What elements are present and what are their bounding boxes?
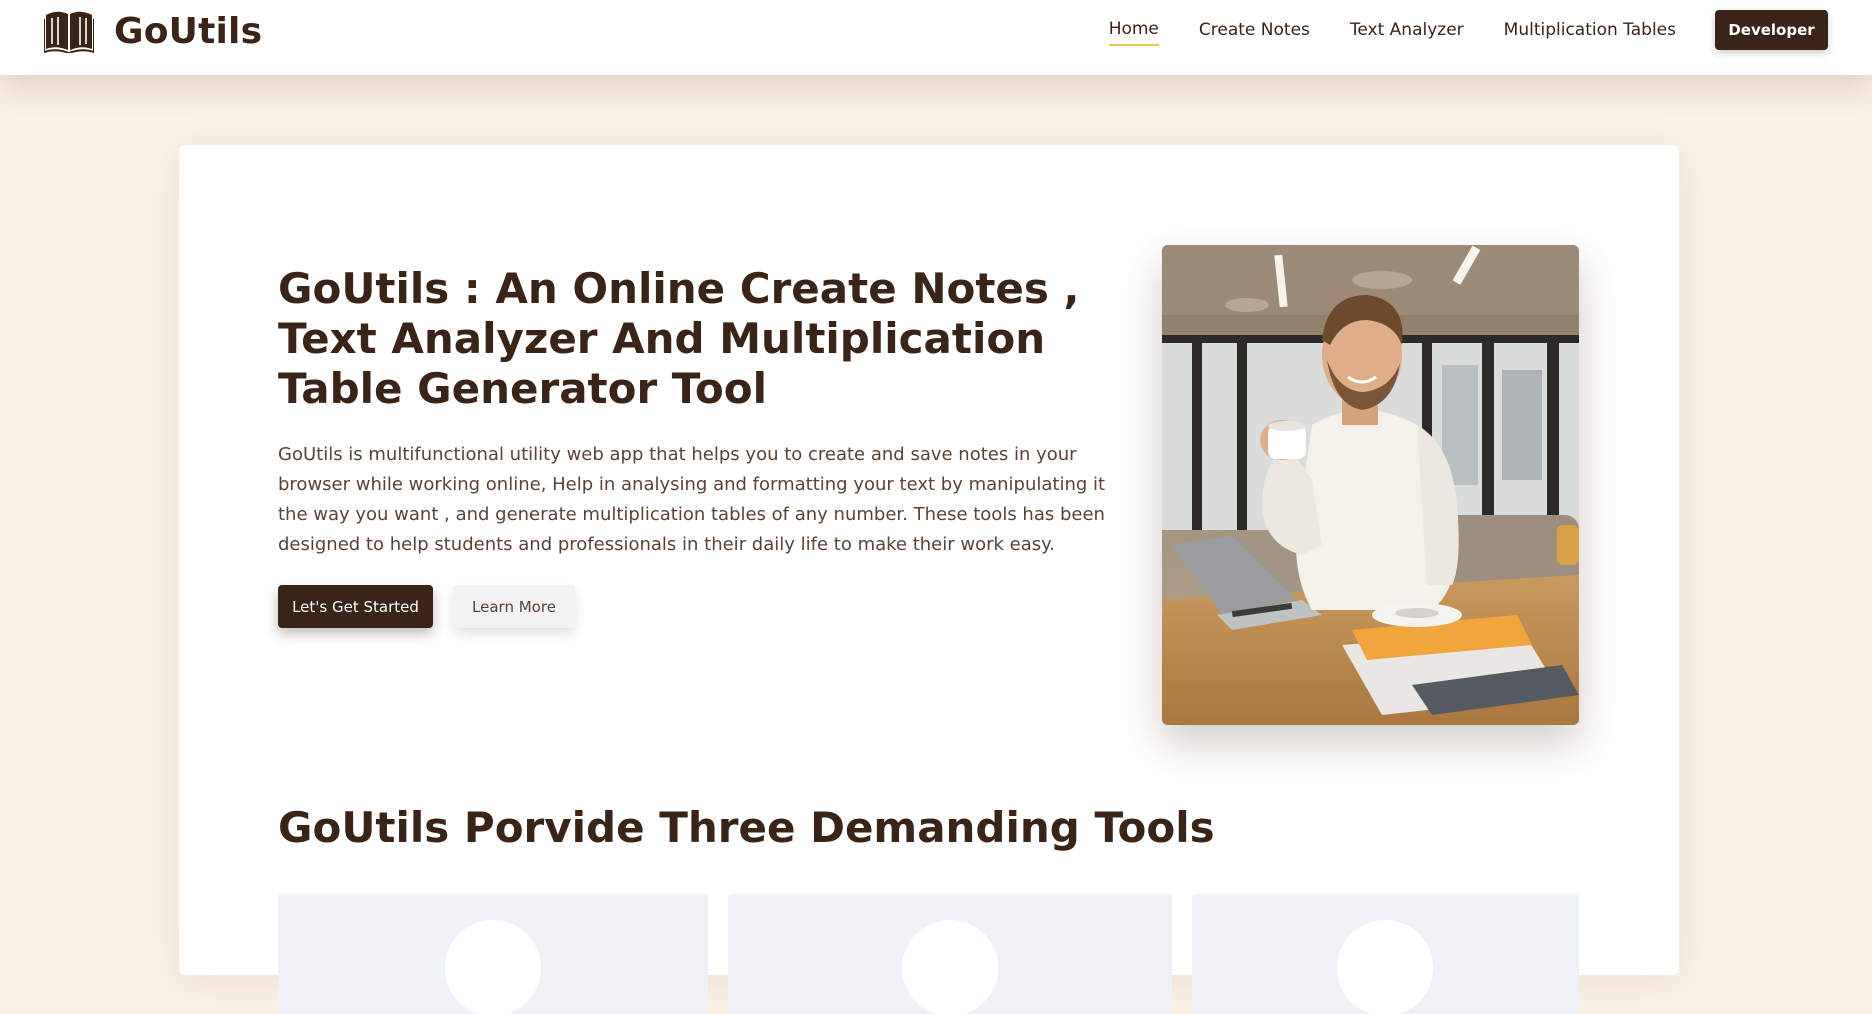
brand-name: GoUtils	[114, 10, 263, 52]
nav-link-home[interactable]: Home	[1108, 19, 1159, 46]
main-nav: Home Create Notes Text Analyzer Multipli…	[1069, 19, 1676, 46]
open-book-icon	[44, 11, 94, 53]
hero-title: GoUtils : An Online Create Notes , Text …	[278, 264, 1080, 413]
nav-link-text-analyzer[interactable]: Text Analyzer	[1350, 20, 1464, 45]
tools-section-title: GoUtils Porvide Three Demanding Tools	[278, 803, 1215, 852]
tool-icon-placeholder	[1337, 920, 1433, 1014]
hero-card: GoUtils : An Online Create Notes , Text …	[179, 145, 1679, 1014]
nav-link-create-notes[interactable]: Create Notes	[1199, 20, 1310, 45]
nav-link-multiplication-tables[interactable]: Multiplication Tables	[1504, 20, 1676, 45]
tool-card-text-analyzer[interactable]	[728, 894, 1172, 1014]
tool-icon-placeholder	[902, 920, 998, 1014]
learn-more-button[interactable]: Learn More	[453, 585, 575, 628]
brand-logo[interactable]: GoUtils	[44, 8, 262, 54]
developer-button[interactable]: Developer	[1715, 10, 1828, 50]
hero-description: GoUtils is multifunctional utility web a…	[278, 444, 1106, 555]
tool-card-create-notes[interactable]	[278, 894, 708, 1014]
navbar: GoUtils Home Create Notes Text Analyzer …	[0, 0, 1872, 75]
tool-card-multiplication-tables[interactable]	[1192, 894, 1579, 1014]
hero-photo	[1162, 245, 1579, 725]
tool-icon-placeholder	[445, 920, 541, 1014]
man-with-coffee-illustration	[1162, 245, 1579, 725]
get-started-button[interactable]: Let's Get Started	[278, 585, 433, 628]
